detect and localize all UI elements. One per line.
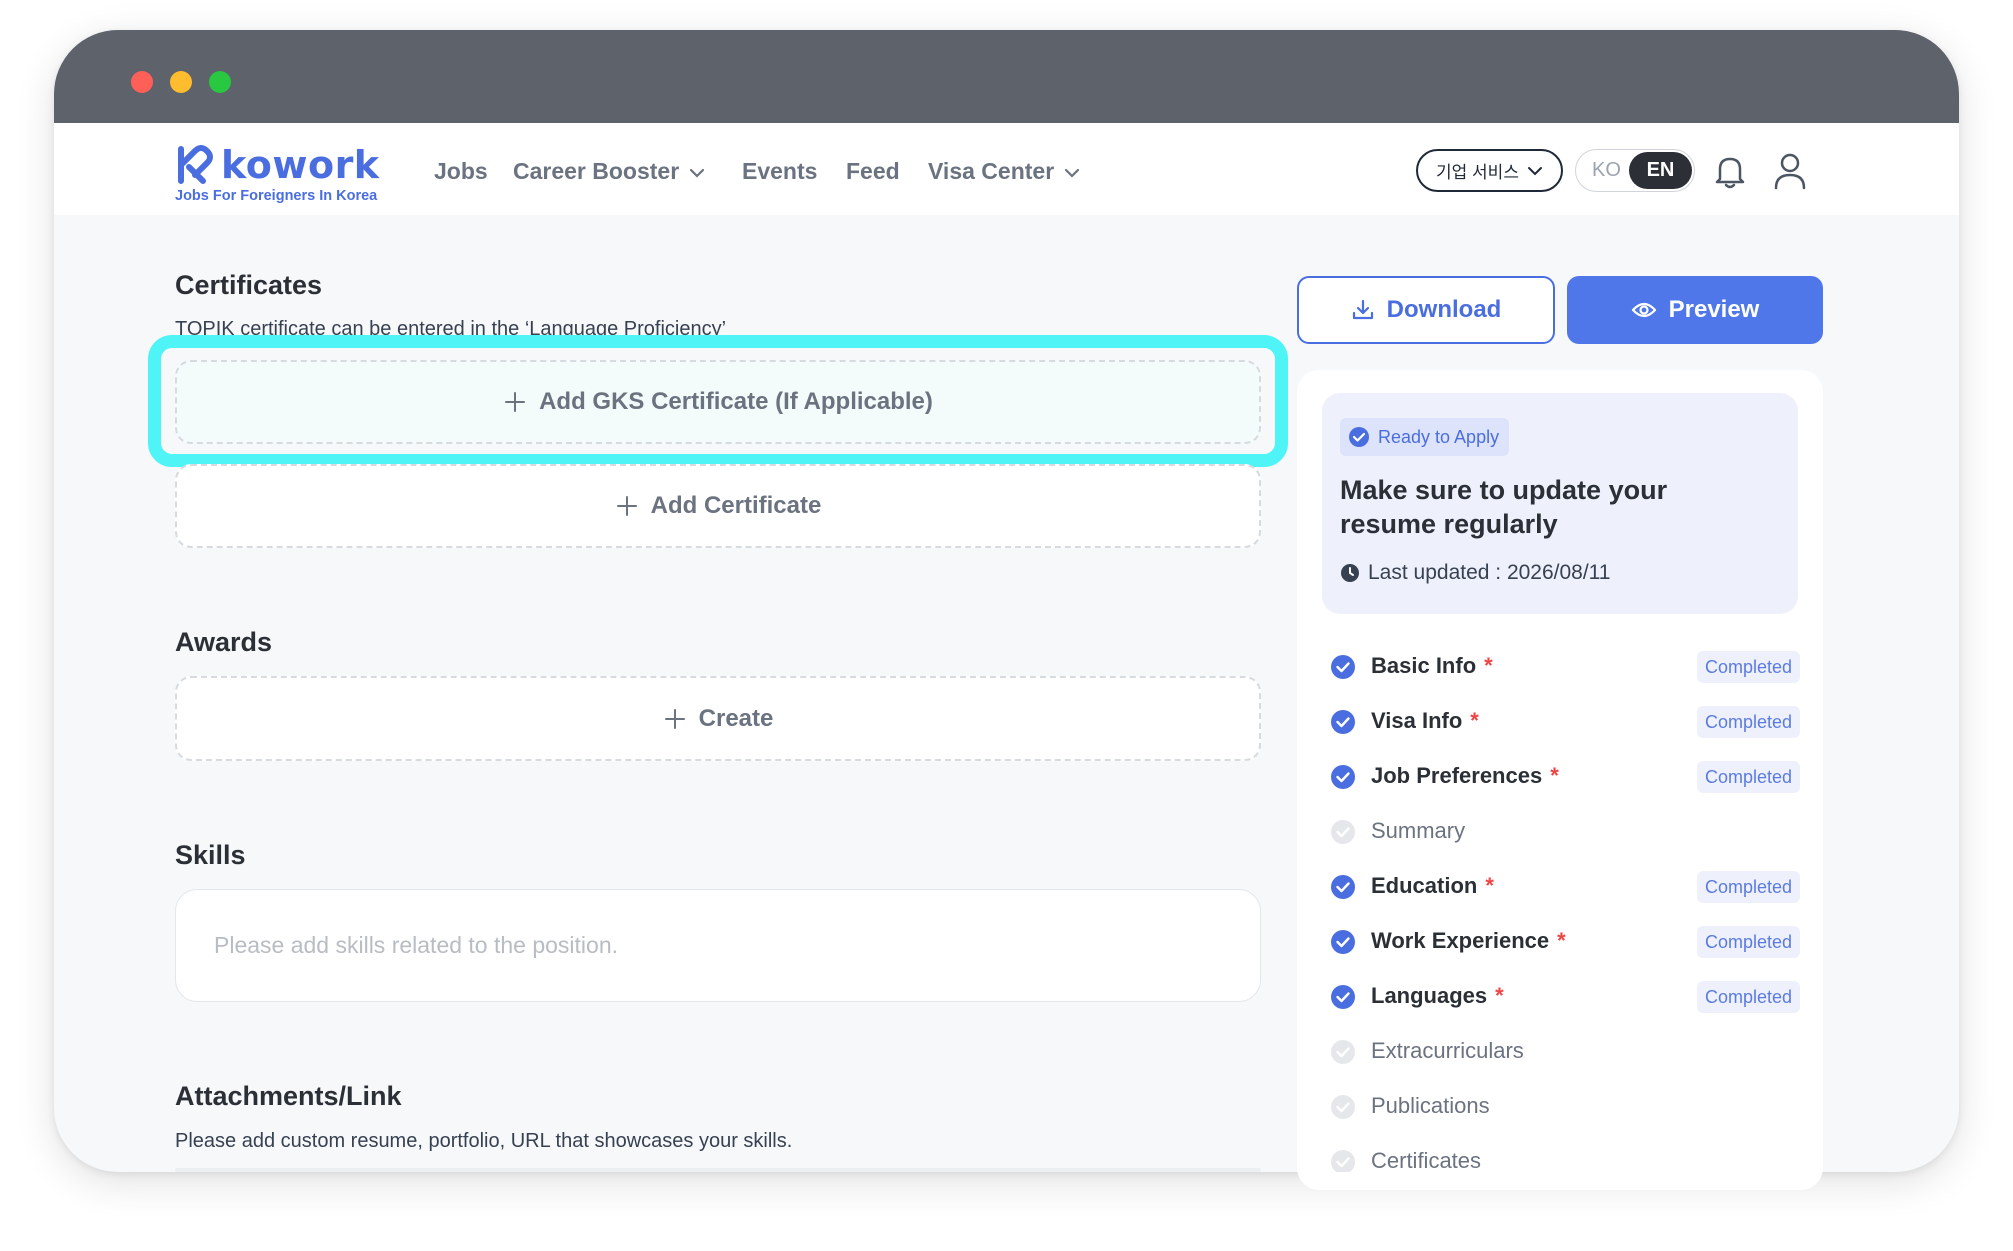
chevron-down-icon (690, 168, 705, 178)
check-circle-icon (1331, 1095, 1355, 1119)
nav-visa-center[interactable]: Visa Center (928, 158, 1080, 185)
close-window-button[interactable] (131, 71, 153, 93)
required-mark: * (1485, 873, 1494, 898)
checklist-item-publications[interactable]: Publications (1330, 1089, 1800, 1125)
attachments-subtitle: Please add custom resume, portfolio, URL… (175, 1130, 793, 1152)
preview-button[interactable]: Preview (1567, 276, 1823, 344)
check-circle-icon (1331, 985, 1355, 1009)
checklist-item-work-experience[interactable]: Work Experience * Completed (1330, 924, 1800, 960)
checklist-label: Summary (1371, 818, 1466, 843)
required-mark: * (1470, 708, 1479, 733)
logo-wordmark: kowork (221, 143, 380, 187)
checklist-item-summary[interactable]: Summary (1330, 814, 1800, 850)
plus-icon (664, 708, 685, 729)
kowork-logo-mark-icon (178, 145, 213, 184)
check-circle-icon (1331, 765, 1355, 789)
check-circle-icon (1331, 1150, 1355, 1172)
logo-tagline: Jobs For Foreigners In Korea (175, 188, 378, 204)
nav-jobs[interactable]: Jobs (434, 158, 488, 185)
ready-to-apply-label: Ready to Apply (1378, 426, 1500, 447)
kowork-logo[interactable]: kowork Jobs For Foreigners In Korea (175, 143, 390, 205)
window-titlebar (54, 30, 1959, 123)
user-profile-icon[interactable] (1773, 152, 1807, 190)
certificates-subtitle-clip: TOPIK certificate can be entered in the … (175, 318, 995, 336)
checklist-label: Extracurriculars (1371, 1038, 1524, 1063)
checklist-item-extracurriculars[interactable]: Extracurriculars (1330, 1034, 1800, 1070)
attachments-input-edge (175, 1168, 1261, 1172)
required-mark: * (1495, 983, 1504, 1008)
chevron-down-icon (1065, 168, 1080, 178)
check-circle-icon (1331, 655, 1355, 679)
resume-status-card: Ready to Apply Make sure to update your … (1322, 393, 1798, 614)
business-service-label: 기업 서비스 (1436, 163, 1519, 182)
checklist-label: Work Experience * (1371, 928, 1566, 953)
create-award-label: Create (698, 704, 774, 732)
language-toggle[interactable]: KO EN (1575, 149, 1695, 192)
nav-career-booster[interactable]: Career Booster (513, 158, 705, 185)
lang-ko-option[interactable]: KO (1592, 159, 1621, 182)
required-mark: * (1484, 653, 1493, 678)
plus-icon (616, 496, 637, 516)
add-certificate-label: Add Certificate (650, 492, 822, 519)
check-circle-icon (1331, 820, 1355, 844)
download-icon (1352, 299, 1373, 320)
minimize-window-button[interactable] (170, 71, 192, 93)
checklist-label: Languages * (1371, 983, 1504, 1008)
nav-feed[interactable]: Feed (846, 158, 900, 185)
completed-badge: Completed (1696, 926, 1800, 958)
awards-title: Awards (175, 627, 273, 657)
nav-visa-center-label: Visa Center (928, 158, 1055, 184)
checklist-item-visa-info[interactable]: Visa Info * Completed (1330, 704, 1800, 740)
checklist-label: Certificates (1371, 1148, 1482, 1172)
nav-events[interactable]: Events (742, 158, 817, 185)
checklist-label: Job Preferences * (1371, 763, 1559, 788)
checklist-item-certificates[interactable]: Certificates (1330, 1144, 1800, 1172)
check-circle-icon (1349, 427, 1369, 447)
completed-badge: Completed (1696, 871, 1800, 903)
certificates-title: Certificates (175, 270, 323, 300)
checklist-label: Publications (1371, 1093, 1490, 1118)
certificates-subtitle: TOPIK certificate can be entered in the … (175, 318, 727, 336)
nav-career-booster-label: Career Booster (513, 158, 680, 184)
last-updated: Last updated : 2026/08/11 (1340, 561, 1610, 585)
check-circle-icon (1331, 930, 1355, 954)
skills-placeholder: Please add skills related to the positio… (214, 932, 619, 958)
chevron-down-icon (1527, 166, 1542, 175)
completed-badge: Completed (1696, 706, 1800, 738)
business-service-button[interactable]: 기업 서비스 (1416, 149, 1563, 192)
checklist-label: Basic Info * (1371, 653, 1493, 678)
check-circle-icon (1331, 1040, 1355, 1064)
clock-icon (1341, 564, 1359, 582)
highlight-outline (148, 335, 1288, 467)
checklist-item-job-preferences[interactable]: Job Preferences * Completed (1330, 759, 1800, 795)
check-circle-icon (1331, 710, 1355, 734)
skills-input[interactable]: Please add skills related to the positio… (175, 889, 1261, 1002)
preview-label: Preview (1668, 296, 1760, 323)
required-mark: * (1550, 763, 1559, 788)
ready-to-apply-badge: Ready to Apply (1340, 418, 1510, 456)
checklist-item-basic-info[interactable]: Basic Info * Completed (1330, 649, 1800, 685)
checklist-label: Visa Info * (1371, 708, 1479, 733)
status-headline: Make sure to update your resume regularl… (1340, 475, 1668, 539)
add-certificate-button[interactable]: Add Certificate (175, 464, 1261, 548)
bell-icon[interactable] (1713, 153, 1747, 189)
lang-en-option[interactable]: EN (1629, 152, 1692, 189)
skills-title: Skills (175, 840, 246, 870)
checklist-item-languages[interactable]: Languages * Completed (1330, 979, 1800, 1015)
checklist-item-education[interactable]: Education * Completed (1330, 869, 1800, 905)
checklist-label: Education * (1371, 873, 1494, 898)
download-button[interactable]: Download (1297, 276, 1555, 344)
completed-badge: Completed (1696, 981, 1800, 1013)
download-label: Download (1386, 296, 1502, 323)
create-award-button[interactable]: Create (175, 676, 1261, 761)
required-mark: * (1557, 928, 1566, 953)
maximize-window-button[interactable] (209, 71, 231, 93)
eye-icon (1631, 302, 1656, 318)
check-circle-icon (1331, 875, 1355, 899)
completed-badge: Completed (1696, 761, 1800, 793)
completed-badge: Completed (1696, 651, 1800, 683)
last-updated-label: Last updated : 2026/08/11 (1368, 561, 1611, 584)
attachments-title: Attachments/Link (175, 1081, 402, 1111)
